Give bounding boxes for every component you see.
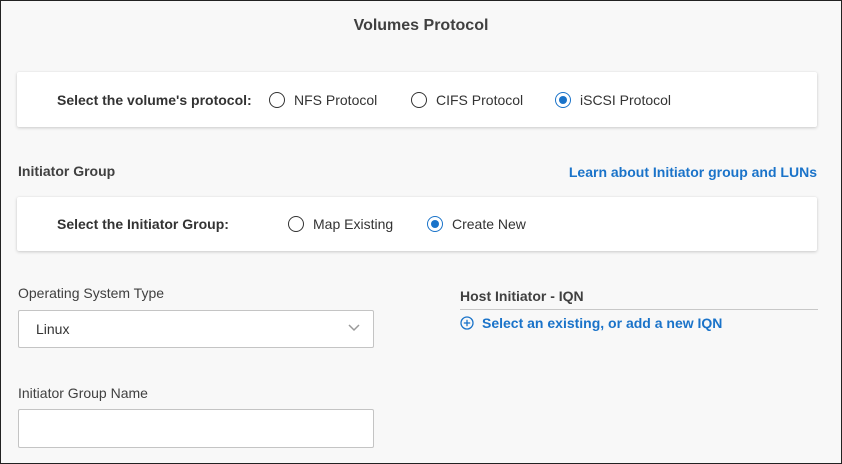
iscsi-protocol-label: iSCSI Protocol <box>580 91 672 108</box>
radio-checked-icon <box>427 216 443 232</box>
iscsi-protocol-radio[interactable]: iSCSI Protocol <box>555 91 672 108</box>
initiator-group-title: Initiator Group <box>18 163 116 179</box>
radio-unchecked-icon <box>288 216 304 232</box>
volumes-protocol-panel: Volumes Protocol Select the volume's pro… <box>0 0 842 464</box>
host-initiator-divider <box>460 309 818 310</box>
map-existing-radio[interactable]: Map Existing <box>288 216 393 232</box>
group-name-label: Initiator Group Name <box>18 385 148 401</box>
nfs-protocol-radio[interactable]: NFS Protocol <box>269 91 378 108</box>
create-new-radio[interactable]: Create New <box>427 216 526 232</box>
os-type-label: Operating System Type <box>18 285 165 301</box>
protocol-label: Select the volume's protocol: <box>57 91 252 108</box>
os-type-select[interactable]: Linux <box>18 310 374 348</box>
radio-unchecked-icon <box>411 91 427 108</box>
chevron-down-icon <box>348 324 360 332</box>
radio-checked-icon <box>555 91 571 108</box>
radio-unchecked-icon <box>269 91 285 108</box>
cifs-protocol-radio[interactable]: CIFS Protocol <box>411 91 524 108</box>
initiator-group-label: Select the Initiator Group: <box>57 216 229 232</box>
os-type-value: Linux <box>36 321 70 337</box>
protocol-card: Select the volume's protocol: NFS Protoc… <box>17 72 817 127</box>
map-existing-label: Map Existing <box>313 216 394 232</box>
host-initiator-title: Host Initiator - IQN <box>460 288 584 304</box>
nfs-protocol-label: NFS Protocol <box>294 91 378 108</box>
create-new-label: Create New <box>452 216 526 232</box>
plus-circle-icon <box>460 316 474 330</box>
page-title: Volumes Protocol <box>353 17 489 34</box>
cifs-protocol-label: CIFS Protocol <box>436 91 524 108</box>
add-iqn-label: Select an existing, or add a new IQN <box>482 315 723 331</box>
group-name-input[interactable] <box>18 409 374 448</box>
add-iqn-link[interactable]: Select an existing, or add a new IQN <box>460 315 722 331</box>
learn-initiator-group-link[interactable]: Learn about Initiator group and LUNs <box>569 164 817 180</box>
initiator-group-card: Select the Initiator Group: Map Existing… <box>17 197 817 251</box>
